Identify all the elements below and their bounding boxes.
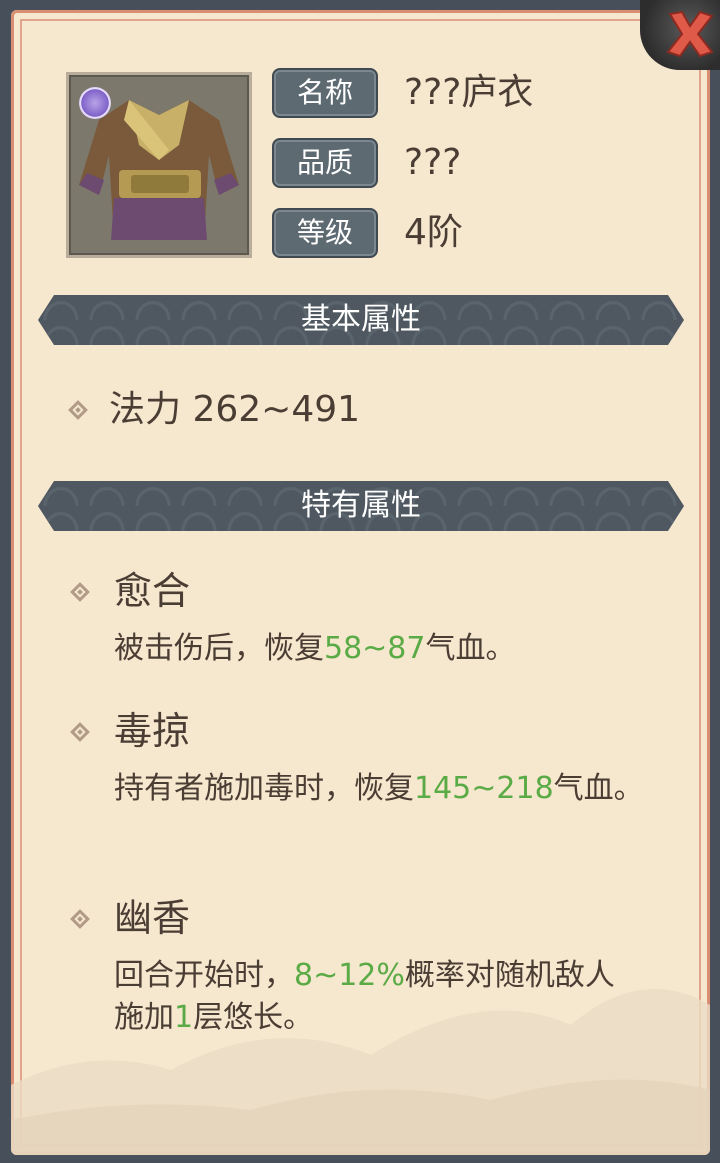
skill-value: 8~12% — [294, 958, 405, 993]
level-tag: 等级 — [272, 208, 378, 258]
item-quality: ??? — [404, 142, 462, 183]
item-icon-frame — [66, 72, 252, 258]
close-button[interactable] — [640, 0, 720, 70]
basic-attribute-line: 法力 262~491 — [109, 389, 361, 430]
skill-description: 持有者施加毒时，恢复145~218气血。 — [114, 771, 644, 806]
name-tag: 名称 — [272, 68, 378, 118]
diamond-bullet-icon — [68, 400, 88, 420]
skill-value: 145~218 — [414, 771, 554, 806]
special-attributes-title: 特有属性 — [301, 488, 421, 523]
skill-name: 幽香 — [114, 896, 191, 940]
diamond-bullet-icon — [70, 722, 90, 742]
skill-name: 毒掠 — [114, 709, 191, 753]
skill-description: 被击伤后，恢复58~87气血。 — [114, 631, 516, 666]
skill-description: 回合开始时，8~12%概率对随机敌人施加1层悠长。 — [114, 958, 615, 1035]
skill-value: 1 — [174, 1000, 194, 1035]
basic-attributes-banner: 基本属性 — [38, 295, 684, 345]
item-level: 4阶 — [404, 212, 463, 253]
close-icon — [666, 10, 714, 58]
purple-swirl-icon — [79, 87, 111, 119]
diamond-bullet-icon — [70, 582, 90, 602]
basic-attributes-title: 基本属性 — [301, 302, 421, 337]
skill-value: 58~87 — [324, 631, 426, 666]
quality-tag: 品质 — [272, 138, 378, 188]
item-tooltip-panel: 名称 ???庐衣 品质 ??? 等级 4阶 基本属性 法力 262~491 特有… — [11, 10, 710, 1155]
skill-name: 愈合 — [114, 569, 191, 613]
item-name: ???庐衣 — [404, 72, 534, 113]
special-attributes-banner: 特有属性 — [38, 481, 684, 531]
